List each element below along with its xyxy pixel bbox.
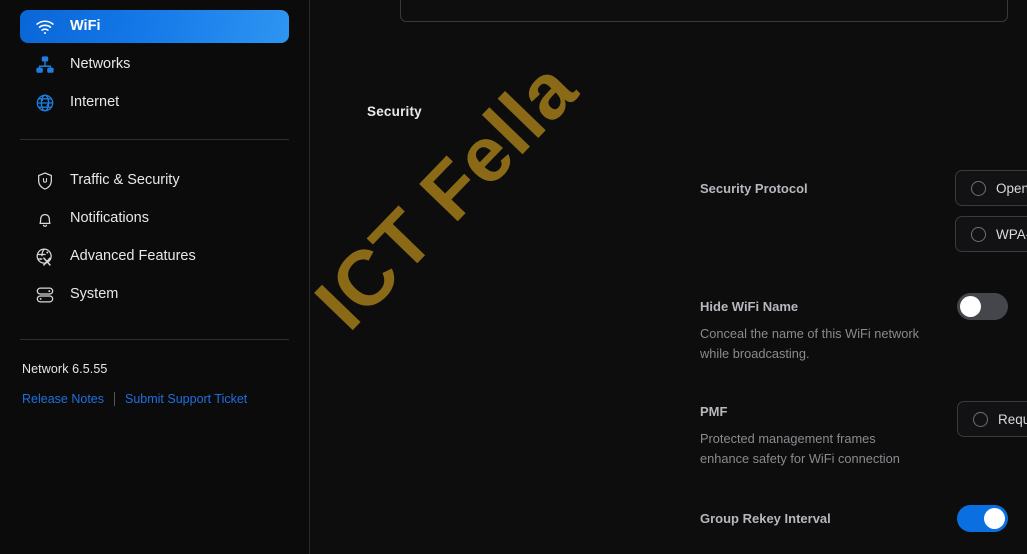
sidebar-item-label: Traffic & Security	[70, 172, 180, 189]
security-protocol-label-wrap: Security Protocol	[700, 181, 808, 197]
radio-icon	[971, 180, 986, 196]
sidebar-item-label: System	[70, 286, 119, 303]
sidebar: WiFi Networks Internet Traffic & Securit…	[0, 0, 310, 554]
sidebar-item-internet[interactable]: Internet	[20, 86, 289, 119]
toggle-knob	[960, 296, 981, 317]
globe-icon	[34, 92, 56, 114]
sidebar-item-traffic-security[interactable]: Traffic & Security	[20, 164, 289, 197]
group-rekey-interval-label-wrap: Group Rekey Interval	[700, 511, 831, 527]
security-protocol-option-wpa3[interactable]: WPA-3	[955, 216, 1027, 252]
bell-icon	[34, 208, 56, 230]
firmware-version: Network 6.5.55	[22, 362, 108, 376]
hide-wifi-name-description: Conceal the name of this WiFi network wh…	[700, 326, 920, 362]
submit-support-ticket-link[interactable]: Submit Support Ticket	[125, 392, 247, 406]
sidebar-item-notifications[interactable]: Notifications	[20, 202, 289, 235]
hide-wifi-name-label-wrap: Hide WiFi Name Conceal the name of this …	[700, 299, 925, 364]
security-protocol-option-open[interactable]: Open	[955, 170, 1027, 206]
group-rekey-interval-label: Group Rekey Interval	[700, 511, 831, 526]
sidebar-item-wifi[interactable]: WiFi	[20, 10, 289, 43]
pmf-label: PMF	[700, 404, 728, 419]
hide-wifi-name-label: Hide WiFi Name	[700, 299, 799, 314]
watermark-text: ICT Fella	[310, 44, 594, 346]
pmf-description: Protected management frames enhance safe…	[700, 431, 900, 467]
top-cutoff-panel	[400, 0, 1008, 22]
network-icon	[34, 54, 56, 76]
pmf-options: Required Optional Disabled	[957, 401, 1027, 437]
sidebar-footer-links: Release Notes Submit Support Ticket	[22, 392, 289, 406]
shield-icon	[34, 170, 56, 192]
footer-link-divider	[114, 392, 115, 406]
wifi-icon	[34, 16, 56, 38]
watermark: ICT Fella	[310, 44, 670, 420]
radio-icon	[973, 411, 988, 427]
sidebar-item-system[interactable]: System	[20, 278, 289, 311]
security-protocol-options: Open WPA-2 WPA-2 Enterprise W	[955, 170, 1027, 252]
hide-wifi-name-toggle-wrap	[957, 293, 1008, 325]
group-rekey-interval-toggle[interactable]	[957, 505, 1008, 532]
security-protocol-options-row1: Open WPA-2 WPA-2 Enterprise	[955, 170, 1027, 206]
pmf-option-required[interactable]: Required	[957, 401, 1027, 437]
security-protocol-label: Security Protocol	[700, 181, 808, 196]
release-notes-link[interactable]: Release Notes	[22, 392, 104, 406]
section-title-security: Security	[367, 104, 422, 119]
radio-icon	[971, 226, 986, 242]
sidebar-item-advanced-features[interactable]: Advanced Features	[20, 240, 289, 273]
sidebar-item-label: WiFi	[70, 18, 101, 35]
globe-x-icon	[34, 246, 56, 268]
sidebar-item-networks[interactable]: Networks	[20, 48, 289, 81]
chip-label: Required	[998, 411, 1027, 427]
sidebar-item-label: Notifications	[70, 210, 149, 227]
pmf-label-wrap: PMF Protected management frames enhance …	[700, 404, 925, 469]
app-window: WiFi Networks Internet Traffic & Securit…	[0, 0, 1027, 554]
toggle-knob	[984, 508, 1005, 529]
sidebar-item-label: Advanced Features	[70, 248, 196, 265]
chip-label: Open	[996, 180, 1027, 196]
sidebar-item-label: Internet	[70, 94, 120, 111]
sidebar-item-label: Networks	[70, 56, 131, 73]
server-icon	[34, 284, 56, 306]
sidebar-divider-bottom	[20, 339, 289, 340]
group-rekey-interval-toggle-wrap	[957, 505, 1008, 537]
chip-label: WPA-3	[996, 226, 1027, 242]
hide-wifi-name-toggle[interactable]	[957, 293, 1008, 320]
sidebar-divider-top	[20, 139, 289, 140]
main-content: Security ICT Fella Security Protocol Ope…	[310, 0, 1027, 554]
security-protocol-options-row2: WPA-3 WPA-3 Enterprise	[955, 216, 1027, 252]
pmf-options-row: Required Optional Disabled	[957, 401, 1027, 437]
